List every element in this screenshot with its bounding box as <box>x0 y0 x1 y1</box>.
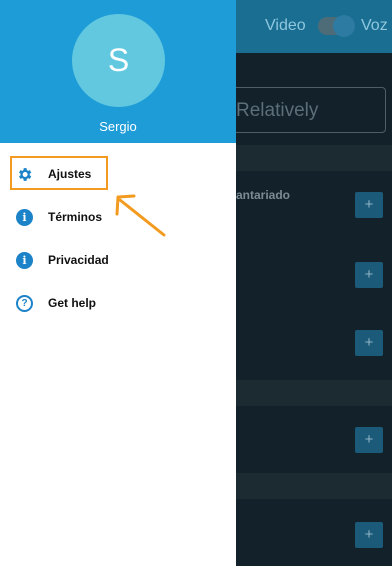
help-circle-icon: ? <box>16 295 33 312</box>
pointer-arrow-icon <box>115 194 166 237</box>
menu-item-label: Términos <box>48 210 103 224</box>
info-icon: i <box>16 252 33 269</box>
menu-item-get-help[interactable]: ? Get help <box>0 283 236 323</box>
add-button[interactable]: + <box>355 192 383 218</box>
video-mode-label: Video <box>265 17 306 34</box>
navigation-drawer: S Sergio Ajustes i Términos i Privacidad… <box>0 0 236 566</box>
highlight-box <box>10 156 108 190</box>
section-divider <box>236 473 392 499</box>
menu-item-privacidad[interactable]: i Privacidad <box>0 240 236 280</box>
voice-mode-label: Voz <box>361 17 388 34</box>
section-title: antariado <box>236 188 291 202</box>
menu-item-label: Privacidad <box>48 253 109 267</box>
add-button[interactable]: + <box>355 427 383 453</box>
section-divider <box>236 145 392 171</box>
user-name: Sergio <box>99 119 137 134</box>
mode-toggle-knob[interactable] <box>333 15 355 37</box>
avatar[interactable]: S <box>72 14 165 107</box>
section-divider <box>236 380 392 406</box>
drawer-header: S Sergio <box>0 0 236 143</box>
add-button[interactable]: + <box>355 262 383 288</box>
info-icon: i <box>16 209 33 226</box>
search-text: Relatively <box>236 100 319 121</box>
menu-item-label: Get help <box>48 296 97 310</box>
add-button[interactable]: + <box>355 330 383 356</box>
add-button[interactable]: + <box>355 522 383 548</box>
